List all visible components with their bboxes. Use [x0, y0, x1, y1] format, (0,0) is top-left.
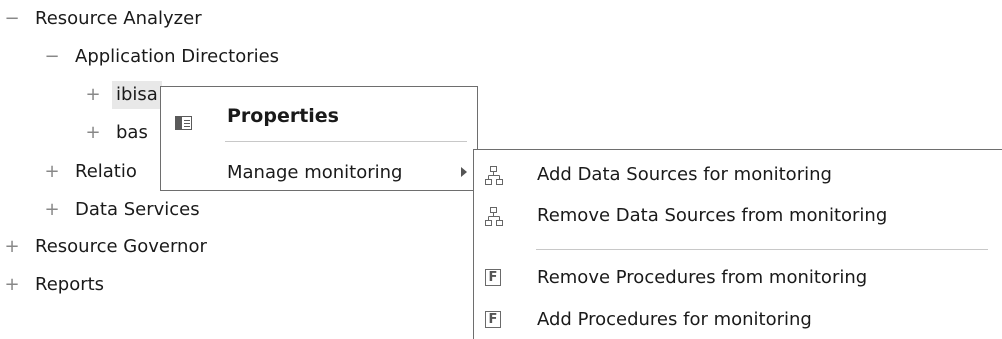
expand-toggle-icon[interactable]: + [84, 81, 102, 109]
data-source-icon [484, 205, 504, 227]
manage-monitoring-label: Manage monitoring [227, 162, 403, 183]
expand-toggle-icon[interactable]: + [3, 271, 21, 299]
tree-node-ibisamp[interactable]: + ibisa [84, 81, 162, 109]
expand-toggle-icon[interactable]: + [84, 119, 102, 147]
submenu-item-remove-data-sources[interactable]: Remove Data Sources from monitoring [474, 198, 1002, 234]
properties-label: Properties [227, 105, 339, 127]
collapse-toggle-icon[interactable]: − [43, 43, 61, 71]
tree-node-label: Data Services [75, 199, 200, 220]
tree-node-label: Application Directories [75, 46, 280, 67]
tree-node-label: Reports [35, 274, 105, 295]
tree-node-resource-analyzer[interactable]: − Resource Analyzer [3, 5, 202, 33]
tree-node-reports[interactable]: + Reports [3, 271, 104, 299]
submenu-item-add-data-sources[interactable]: Add Data Sources for monitoring [474, 157, 1002, 193]
tree-node-label: Resource Analyzer [35, 8, 202, 29]
submenu-separator [536, 249, 988, 250]
submenu-item-label: Add Procedures for monitoring [537, 309, 812, 330]
context-menu: Properties Manage monitoring [160, 86, 478, 191]
tree-node-label: bas [116, 122, 148, 143]
procedure-f-icon: F [485, 311, 501, 328]
resource-analyzer-page: − Resource Analyzer − Application Director… [0, 0, 1002, 339]
submenu-item-label: Remove Data Sources from monitoring [537, 205, 888, 226]
expand-toggle-icon[interactable]: + [43, 196, 61, 224]
tree-node-relational[interactable]: + Relatio [43, 158, 137, 186]
properties-icon [175, 108, 192, 130]
monitoring-submenu: Add Data Sources for monitoring Remove D… [473, 149, 1002, 339]
menu-item-properties[interactable]: Properties [161, 99, 477, 133]
menu-separator [225, 141, 467, 142]
tree-node-application-directories[interactable]: − Application Directories [43, 43, 279, 71]
submenu-item-label: Add Data Sources for monitoring [537, 164, 832, 185]
submenu-arrow-icon [461, 167, 467, 177]
tree-node-label: ibisa [112, 81, 162, 109]
menu-item-manage-monitoring[interactable]: Manage monitoring [161, 156, 477, 190]
procedure-f-icon: F [485, 269, 501, 286]
tree-node-resource-governor[interactable]: + Resource Governor [3, 233, 207, 261]
tree-node-data-services[interactable]: + Data Services [43, 196, 200, 224]
tree-node-label: Resource Governor [35, 236, 207, 257]
tree-node-label: Relatio [75, 161, 137, 182]
submenu-item-add-procedures[interactable]: F Add Procedures for monitoring [474, 302, 1002, 338]
submenu-item-label: Remove Procedures from monitoring [537, 267, 868, 288]
submenu-item-remove-procedures[interactable]: F Remove Procedures from monitoring [474, 260, 1002, 296]
tree-node-base[interactable]: + bas [84, 119, 148, 147]
expand-toggle-icon[interactable]: + [3, 233, 21, 261]
collapse-toggle-icon[interactable]: − [3, 5, 21, 33]
expand-toggle-icon[interactable]: + [43, 158, 61, 186]
data-source-icon [484, 164, 504, 186]
